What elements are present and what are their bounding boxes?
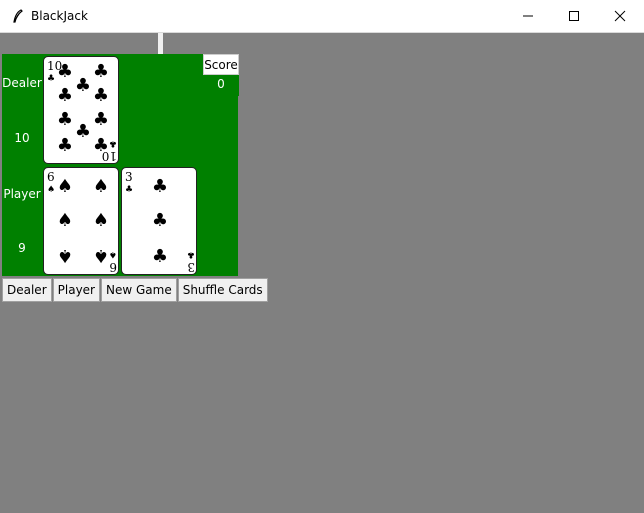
score-value: 0 [217, 77, 225, 91]
svg-text:♣: ♣ [57, 61, 73, 82]
svg-text:♠: ♠ [109, 249, 117, 259]
svg-text:♠: ♠ [57, 176, 73, 197]
feather-icon [10, 8, 26, 24]
card-table: Dealer 10 Player 9 10 ♣ ♣ ♣ ♣ ♣ ♣ ♣ ♣ ♣ ♣ ♣ … [2, 54, 239, 276]
score-panel: Score 0 [203, 54, 239, 96]
dealer-score: 10 [14, 131, 30, 145]
player-button[interactable]: Player [52, 278, 100, 302]
score-title: Score [203, 54, 239, 75]
svg-text:♠: ♠ [57, 245, 73, 266]
player-card-6-spades: 6 ♠ ♠ ♠ ♠ ♠ ♠ ♠ 6 ♠ [43, 167, 119, 275]
title-bar: BlackJack [0, 0, 644, 33]
shuffle-cards-button[interactable]: Shuffle Cards [177, 278, 268, 302]
player-label: Player [3, 187, 41, 201]
new-game-button[interactable]: New Game [100, 278, 177, 302]
svg-text:♣: ♣ [57, 109, 73, 130]
separator [158, 33, 163, 54]
svg-text:♣: ♣ [57, 85, 73, 106]
svg-text:♠: ♠ [47, 185, 55, 195]
svg-text:♣: ♣ [47, 74, 55, 84]
svg-text:♣: ♣ [57, 135, 73, 156]
maximize-button[interactable] [551, 0, 597, 33]
dealer-card-10-clubs: 10 ♣ ♣ ♣ ♣ ♣ ♣ ♣ ♣ ♣ ♣ ♣ 10 ♣ [43, 56, 119, 164]
window-title: BlackJack [31, 9, 88, 23]
close-icon [614, 7, 626, 26]
dealer-label: Dealer [2, 76, 42, 90]
svg-text:♣: ♣ [93, 109, 109, 130]
svg-text:♠: ♠ [93, 210, 109, 231]
svg-text:6: 6 [109, 260, 117, 274]
svg-text:♣: ♣ [109, 138, 117, 148]
svg-text:♣: ♣ [93, 85, 109, 106]
svg-text:♣: ♣ [93, 61, 109, 82]
svg-text:♣: ♣ [75, 121, 91, 142]
svg-text:♣: ♣ [75, 75, 91, 96]
svg-text:6: 6 [47, 170, 55, 184]
svg-text:10: 10 [102, 149, 117, 163]
svg-text:♣: ♣ [187, 249, 195, 259]
button-bar: Dealer Player New Game Shuffle Cards [2, 278, 269, 302]
svg-text:♠: ♠ [93, 176, 109, 197]
svg-text:♣: ♣ [152, 246, 168, 267]
dealer-button[interactable]: Dealer [2, 278, 52, 302]
svg-text:♠: ♠ [93, 245, 109, 266]
svg-text:♣: ♣ [152, 176, 168, 197]
svg-text:♣: ♣ [152, 210, 168, 231]
svg-text:♣: ♣ [125, 185, 133, 195]
minimize-button[interactable] [505, 0, 551, 33]
maximize-icon [568, 7, 580, 26]
minimize-icon [522, 7, 534, 26]
svg-text:3: 3 [125, 170, 133, 184]
player-score: 9 [18, 241, 26, 255]
svg-text:♠: ♠ [57, 210, 73, 231]
svg-text:3: 3 [187, 260, 195, 274]
player-card-3-clubs: 3 ♣ ♣ ♣ ♣ 3 ♣ [121, 167, 197, 275]
close-button[interactable] [597, 0, 643, 33]
